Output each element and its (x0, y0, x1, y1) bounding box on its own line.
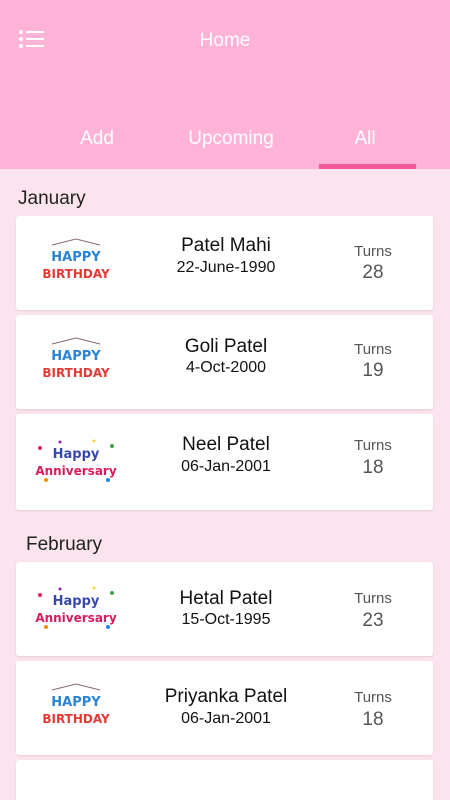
svg-text:Anniversary: Anniversary (35, 464, 117, 478)
event-card[interactable]: HAPPY BIRTHDAY Priyanka Patel 06-Jan-200… (16, 661, 433, 755)
happy-birthday-badge-icon: HAPPY BIRTHDAY (30, 680, 122, 736)
turns-label: Turns (354, 689, 392, 706)
turns-count: 18 (362, 709, 384, 730)
svg-text:HAPPY: HAPPY (51, 349, 101, 364)
svg-text:HAPPY: HAPPY (51, 695, 101, 710)
person-name: Hetal Patel (179, 588, 273, 609)
page-title: Home (199, 30, 251, 51)
event-card[interactable]: Happy Anniversary Hetal Patel 15-Oct-199… (16, 562, 433, 656)
section-header-february: February (26, 534, 103, 555)
svg-text:BIRTHDAY: BIRTHDAY (42, 712, 110, 726)
event-date: 22-June-1990 (176, 259, 276, 276)
event-date: 06-Jan-2001 (181, 458, 271, 475)
person-name: Patel Mahi (181, 235, 271, 256)
event-date: 06-Jan-2001 (181, 710, 271, 727)
turns-label: Turns (354, 590, 392, 607)
turns-label: Turns (354, 243, 392, 260)
tab-all[interactable]: All (300, 120, 430, 169)
turns-count: 18 (362, 457, 384, 478)
active-tab-indicator (319, 164, 416, 169)
tab-add[interactable]: Add (32, 120, 162, 169)
app-bar: Home Add Upcoming All (0, 0, 450, 169)
svg-text:Happy: Happy (53, 447, 100, 462)
happy-birthday-badge-icon: HAPPY BIRTHDAY (30, 334, 122, 390)
person-name: Neel Patel (182, 434, 270, 455)
svg-text:Happy: Happy (53, 594, 100, 609)
event-card[interactable]: HAPPY BIRTHDAY Patel Mahi 22-June-1990 T… (16, 216, 433, 310)
tab-upcoming[interactable]: Upcoming (166, 120, 296, 169)
happy-birthday-badge-icon: HAPPY BIRTHDAY (30, 235, 122, 291)
svg-text:HAPPY: HAPPY (51, 250, 101, 265)
turns-label: Turns (354, 341, 392, 358)
turns-count: 23 (362, 610, 384, 631)
turns-count: 28 (362, 262, 384, 283)
svg-text:BIRTHDAY: BIRTHDAY (42, 366, 110, 380)
happy-anniversary-badge-icon: Happy Anniversary (30, 434, 122, 490)
happy-anniversary-badge-icon: Happy Anniversary (30, 581, 122, 637)
section-header-january: January (18, 188, 86, 209)
event-card[interactable]: HAPPY BIRTHDAY Goli Patel 4-Oct-2000 Tur… (16, 315, 433, 409)
tab-bar: Add Upcoming All (0, 120, 450, 169)
event-card[interactable]: Happy Anniversary Neel Patel 06-Jan-2001… (16, 414, 433, 510)
turns-count: 19 (362, 360, 384, 381)
svg-text:BIRTHDAY: BIRTHDAY (42, 267, 110, 281)
event-card[interactable] (16, 760, 433, 800)
turns-label: Turns (354, 437, 392, 454)
event-date: 4-Oct-2000 (185, 359, 267, 376)
svg-text:Anniversary: Anniversary (35, 611, 117, 625)
person-name: Priyanka Patel (164, 686, 288, 707)
event-date: 15-Oct-1995 (181, 611, 271, 628)
person-name: Goli Patel (184, 336, 268, 357)
